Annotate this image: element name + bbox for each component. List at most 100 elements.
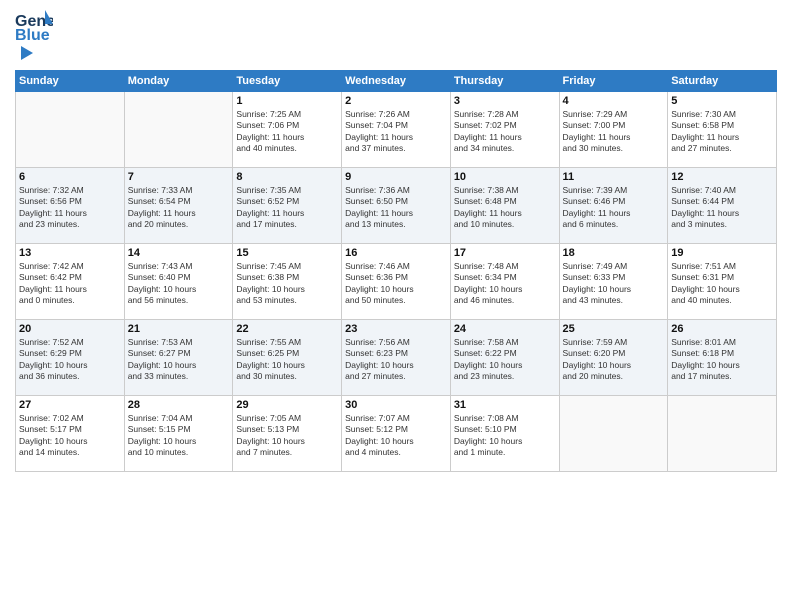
day-number: 13 (19, 247, 121, 259)
calendar-cell: 9Sunrise: 7:36 AM Sunset: 6:50 PM Daylig… (342, 168, 451, 244)
day-info: Sunrise: 7:28 AM Sunset: 7:02 PM Dayligh… (454, 109, 556, 155)
calendar-cell: 26 Sunrise: 8:01 AM Sunset: 6:18 PM Dayli… (668, 320, 777, 396)
day-info: Sunrise: 7:08 AM Sunset: 5:10 PM Dayligh… (454, 413, 556, 459)
day-number: 14 (128, 247, 230, 259)
calendar-cell (668, 396, 777, 472)
calendar-cell: 22 Sunrise: 7:55 AM Sunset: 6:25 PM Dayli… (233, 320, 342, 396)
calendar-cell: 2 Sunrise: 7:26 AM Sunset: 7:04 PM Daylig… (342, 92, 451, 168)
calendar-cell: 5Sunrise: 7:30 AM Sunset: 6:58 PM Daylig… (668, 92, 777, 168)
calendar-cell: 20Sunrise: 7:52 AM Sunset: 6:29 PM Dayli… (16, 320, 125, 396)
day-info: Sunrise: 7:56 AM Sunset: 6:23 PM Dayligh… (345, 337, 447, 383)
day-info: Sunrise: 7:35 AM Sunset: 6:52 PM Dayligh… (236, 185, 338, 231)
day-info: Sunrise: 7:43 AM Sunset: 6:40 PM Dayligh… (128, 261, 230, 307)
day-number: 7 (128, 171, 230, 183)
day-number: 19 (671, 247, 773, 259)
day-number: 28 (128, 399, 230, 411)
calendar-cell: 13 Sunrise: 7:42 AM Sunset: 6:42 PM Dayli… (16, 244, 125, 320)
day-info: Sunrise: 7:29 AM Sunset: 7:00 PM Dayligh… (563, 109, 665, 155)
calendar-cell: 1 Sunrise: 7:25 AM Sunset: 7:06 PM Daylig… (233, 92, 342, 168)
day-number: 30 (345, 399, 447, 411)
day-info: Sunrise: 7:39 AM Sunset: 6:46 PM Dayligh… (563, 185, 665, 231)
day-info: Sunrise: 7:38 AM Sunset: 6:48 PM Dayligh… (454, 185, 556, 231)
calendar-cell: 27Sunrise: 7:02 AM Sunset: 5:17 PM Dayli… (16, 396, 125, 472)
day-info: Sunrise: 7:40 AM Sunset: 6:44 PM Dayligh… (671, 185, 773, 231)
logo: General Blue (15, 10, 53, 62)
calendar-cell: 23 Sunrise: 7:56 AM Sunset: 6:23 PM Dayli… (342, 320, 451, 396)
day-number: 16 (345, 247, 447, 259)
day-info: Sunrise: 7:26 AM Sunset: 7:04 PM Dayligh… (345, 109, 447, 155)
day-number: 12 (671, 171, 773, 183)
day-number: 17 (454, 247, 556, 259)
day-info: Sunrise: 7:45 AM Sunset: 6:38 PM Dayligh… (236, 261, 338, 307)
calendar-header-sunday: Sunday (16, 71, 125, 92)
day-info: Sunrise: 7:32 AM Sunset: 6:56 PM Dayligh… (19, 185, 121, 231)
calendar-cell: 18 Sunrise: 7:49 AM Sunset: 6:33 PM Dayli… (559, 244, 668, 320)
day-number: 27 (19, 399, 121, 411)
calendar-week-row: 20Sunrise: 7:52 AM Sunset: 6:29 PM Dayli… (16, 320, 777, 396)
calendar-header-friday: Friday (559, 71, 668, 92)
day-number: 4 (563, 95, 665, 107)
calendar-cell: 7 Sunrise: 7:33 AM Sunset: 6:54 PM Daylig… (124, 168, 233, 244)
calendar-header-thursday: Thursday (450, 71, 559, 92)
day-info: Sunrise: 8:01 AM Sunset: 6:18 PM Dayligh… (671, 337, 773, 383)
calendar-cell: 16 Sunrise: 7:46 AM Sunset: 6:36 PM Dayli… (342, 244, 451, 320)
day-number: 23 (345, 323, 447, 335)
calendar-cell: 21 Sunrise: 7:53 AM Sunset: 6:27 PM Dayli… (124, 320, 233, 396)
logo-triangle-icon (17, 44, 35, 62)
day-number: 15 (236, 247, 338, 259)
day-info: Sunrise: 7:49 AM Sunset: 6:33 PM Dayligh… (563, 261, 665, 307)
calendar-cell: 3 Sunrise: 7:28 AM Sunset: 7:02 PM Daylig… (450, 92, 559, 168)
calendar-cell: 17Sunrise: 7:48 AM Sunset: 6:34 PM Dayli… (450, 244, 559, 320)
day-number: 20 (19, 323, 121, 335)
calendar-week-row: 27Sunrise: 7:02 AM Sunset: 5:17 PM Dayli… (16, 396, 777, 472)
day-info: Sunrise: 7:46 AM Sunset: 6:36 PM Dayligh… (345, 261, 447, 307)
calendar-header-row: SundayMondayTuesdayWednesdayThursdayFrid… (16, 71, 777, 92)
day-info: Sunrise: 7:05 AM Sunset: 5:13 PM Dayligh… (236, 413, 338, 459)
svg-text:Blue: Blue (15, 27, 50, 42)
calendar-cell: 19 Sunrise: 7:51 AM Sunset: 6:31 PM Dayli… (668, 244, 777, 320)
day-info: Sunrise: 7:53 AM Sunset: 6:27 PM Dayligh… (128, 337, 230, 383)
day-number: 21 (128, 323, 230, 335)
day-info: Sunrise: 7:58 AM Sunset: 6:22 PM Dayligh… (454, 337, 556, 383)
day-number: 11 (563, 171, 665, 183)
calendar-cell: 4 Sunrise: 7:29 AM Sunset: 7:00 PM Daylig… (559, 92, 668, 168)
header: General Blue (15, 10, 777, 62)
day-number: 1 (236, 95, 338, 107)
day-info: Sunrise: 7:55 AM Sunset: 6:25 PM Dayligh… (236, 337, 338, 383)
day-info: Sunrise: 7:59 AM Sunset: 6:20 PM Dayligh… (563, 337, 665, 383)
day-number: 2 (345, 95, 447, 107)
day-number: 24 (454, 323, 556, 335)
day-info: Sunrise: 7:51 AM Sunset: 6:31 PM Dayligh… (671, 261, 773, 307)
logo-icon: General Blue (15, 10, 53, 42)
calendar-week-row: 6Sunrise: 7:32 AM Sunset: 6:56 PM Daylig… (16, 168, 777, 244)
calendar-cell: 28Sunrise: 7:04 AM Sunset: 5:15 PM Dayli… (124, 396, 233, 472)
day-number: 29 (236, 399, 338, 411)
calendar-cell (16, 92, 125, 168)
day-info: Sunrise: 7:25 AM Sunset: 7:06 PM Dayligh… (236, 109, 338, 155)
calendar-cell: 8 Sunrise: 7:35 AM Sunset: 6:52 PM Daylig… (233, 168, 342, 244)
calendar-cell: 12 Sunrise: 7:40 AM Sunset: 6:44 PM Dayli… (668, 168, 777, 244)
calendar-cell: 15 Sunrise: 7:45 AM Sunset: 6:38 PM Dayli… (233, 244, 342, 320)
day-number: 9 (345, 171, 447, 183)
day-info: Sunrise: 7:33 AM Sunset: 6:54 PM Dayligh… (128, 185, 230, 231)
calendar-cell: 30 Sunrise: 7:07 AM Sunset: 5:12 PM Dayli… (342, 396, 451, 472)
calendar-cell: 11 Sunrise: 7:39 AM Sunset: 6:46 PM Dayli… (559, 168, 668, 244)
calendar-cell: 6Sunrise: 7:32 AM Sunset: 6:56 PM Daylig… (16, 168, 125, 244)
calendar-cell (559, 396, 668, 472)
day-number: 18 (563, 247, 665, 259)
calendar-cell: 14 Sunrise: 7:43 AM Sunset: 6:40 PM Dayli… (124, 244, 233, 320)
calendar-header-tuesday: Tuesday (233, 71, 342, 92)
day-number: 3 (454, 95, 556, 107)
page: General Blue SundayMondayTuesdayWednesda… (0, 0, 792, 612)
day-number: 26 (671, 323, 773, 335)
day-number: 22 (236, 323, 338, 335)
day-info: Sunrise: 7:07 AM Sunset: 5:12 PM Dayligh… (345, 413, 447, 459)
calendar-cell: 29 Sunrise: 7:05 AM Sunset: 5:13 PM Dayli… (233, 396, 342, 472)
calendar-week-row: 1 Sunrise: 7:25 AM Sunset: 7:06 PM Daylig… (16, 92, 777, 168)
calendar-header-monday: Monday (124, 71, 233, 92)
calendar-cell (124, 92, 233, 168)
calendar-week-row: 13 Sunrise: 7:42 AM Sunset: 6:42 PM Dayli… (16, 244, 777, 320)
day-number: 8 (236, 171, 338, 183)
day-info: Sunrise: 7:42 AM Sunset: 6:42 PM Dayligh… (19, 261, 121, 307)
day-info: Sunrise: 7:30 AM Sunset: 6:58 PM Dayligh… (671, 109, 773, 155)
